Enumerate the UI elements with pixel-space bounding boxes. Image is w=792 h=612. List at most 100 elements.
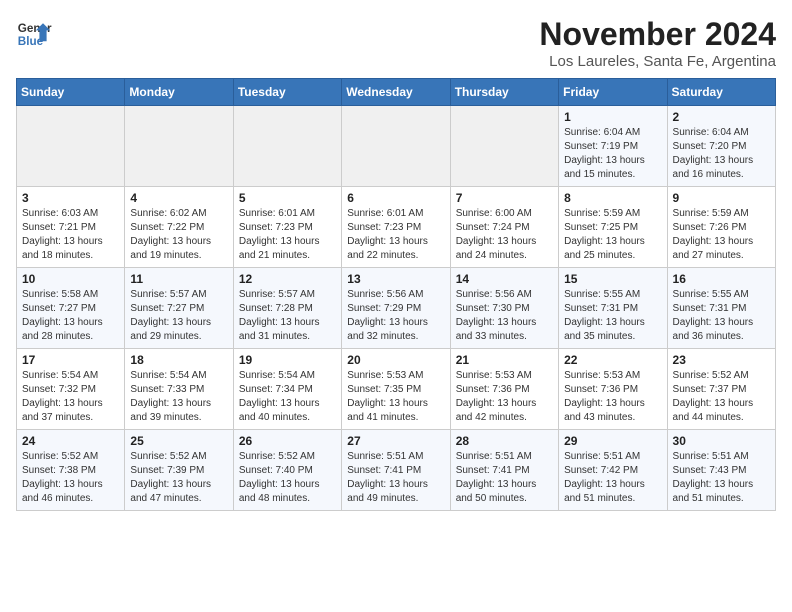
calendar-table: SundayMondayTuesdayWednesdayThursdayFrid… (16, 78, 776, 511)
calendar-week-row: 24 Sunrise: 5:52 AM Sunset: 7:38 PM Dayli… (17, 430, 776, 511)
calendar-cell: 20 Sunrise: 5:53 AM Sunset: 7:35 PM Dayli… (342, 349, 450, 430)
calendar-week-row: 1Sunrise: 6:04 AM Sunset: 7:19 PM Daylig… (17, 106, 776, 187)
calendar-cell: 14 Sunrise: 5:56 AM Sunset: 7:30 PM Dayli… (450, 268, 558, 349)
day-number: 4 (130, 191, 227, 205)
day-info: Sunrise: 6:00 AM Sunset: 7:24 PM Dayligh… (456, 207, 553, 263)
day-number: 30 (673, 434, 770, 448)
calendar-cell: 24 Sunrise: 5:52 AM Sunset: 7:38 PM Dayli… (17, 430, 125, 511)
day-number: 8 (564, 191, 661, 205)
day-number: 25 (130, 434, 227, 448)
day-number: 10 (22, 272, 119, 286)
day-number: 21 (456, 353, 553, 367)
calendar-cell: 11 Sunrise: 5:57 AM Sunset: 7:27 PM Dayli… (125, 268, 233, 349)
weekday-header-tuesday: Tuesday (233, 79, 341, 106)
calendar-cell (125, 106, 233, 187)
day-number: 24 (22, 434, 119, 448)
day-info: Sunrise: 5:55 AM Sunset: 7:31 PM Dayligh… (564, 288, 661, 344)
calendar-cell: 23 Sunrise: 5:52 AM Sunset: 7:37 PM Dayli… (667, 349, 775, 430)
day-number: 18 (130, 353, 227, 367)
day-info: Sunrise: 5:56 AM Sunset: 7:30 PM Dayligh… (456, 288, 553, 344)
day-number: 16 (673, 272, 770, 286)
calendar-cell: 22Sunrise: 5:53 AM Sunset: 7:36 PM Dayli… (559, 349, 667, 430)
day-number: 13 (347, 272, 444, 286)
day-info: Sunrise: 6:04 AM Sunset: 7:20 PM Dayligh… (673, 126, 770, 182)
weekday-header-wednesday: Wednesday (342, 79, 450, 106)
day-info: Sunrise: 5:53 AM Sunset: 7:36 PM Dayligh… (564, 369, 661, 425)
day-number: 26 (239, 434, 336, 448)
day-number: 28 (456, 434, 553, 448)
day-number: 20 (347, 353, 444, 367)
day-info: Sunrise: 5:57 AM Sunset: 7:27 PM Dayligh… (130, 288, 227, 344)
day-info: Sunrise: 5:53 AM Sunset: 7:36 PM Dayligh… (456, 369, 553, 425)
calendar-cell: 10Sunrise: 5:58 AM Sunset: 7:27 PM Dayli… (17, 268, 125, 349)
calendar-cell: 4 Sunrise: 6:02 AM Sunset: 7:22 PM Daylig… (125, 187, 233, 268)
logo-icon: General Blue (16, 16, 52, 52)
day-number: 23 (673, 353, 770, 367)
day-number: 3 (22, 191, 119, 205)
day-info: Sunrise: 5:51 AM Sunset: 7:41 PM Dayligh… (456, 450, 553, 506)
title-section: November 2024 Los Laureles, Santa Fe, Ar… (539, 16, 776, 70)
calendar-cell: 25 Sunrise: 5:52 AM Sunset: 7:39 PM Dayli… (125, 430, 233, 511)
weekday-header-row: SundayMondayTuesdayWednesdayThursdayFrid… (17, 79, 776, 106)
calendar-week-row: 17Sunrise: 5:54 AM Sunset: 7:32 PM Dayli… (17, 349, 776, 430)
calendar-cell (233, 106, 341, 187)
day-info: Sunrise: 5:59 AM Sunset: 7:25 PM Dayligh… (564, 207, 661, 263)
calendar-cell: 17Sunrise: 5:54 AM Sunset: 7:32 PM Dayli… (17, 349, 125, 430)
day-info: Sunrise: 5:52 AM Sunset: 7:40 PM Dayligh… (239, 450, 336, 506)
day-info: Sunrise: 6:01 AM Sunset: 7:23 PM Dayligh… (347, 207, 444, 263)
day-number: 7 (456, 191, 553, 205)
calendar-cell (450, 106, 558, 187)
day-info: Sunrise: 5:51 AM Sunset: 7:42 PM Dayligh… (564, 450, 661, 506)
day-info: Sunrise: 6:01 AM Sunset: 7:23 PM Dayligh… (239, 207, 336, 263)
calendar-cell: 15Sunrise: 5:55 AM Sunset: 7:31 PM Dayli… (559, 268, 667, 349)
weekday-header-monday: Monday (125, 79, 233, 106)
calendar-cell: 16 Sunrise: 5:55 AM Sunset: 7:31 PM Dayli… (667, 268, 775, 349)
day-info: Sunrise: 5:54 AM Sunset: 7:34 PM Dayligh… (239, 369, 336, 425)
day-info: Sunrise: 6:04 AM Sunset: 7:19 PM Dayligh… (564, 126, 661, 182)
day-info: Sunrise: 5:52 AM Sunset: 7:39 PM Dayligh… (130, 450, 227, 506)
day-number: 2 (673, 110, 770, 124)
calendar-cell: 1Sunrise: 6:04 AM Sunset: 7:19 PM Daylig… (559, 106, 667, 187)
calendar-cell: 27 Sunrise: 5:51 AM Sunset: 7:41 PM Dayli… (342, 430, 450, 511)
day-info: Sunrise: 5:52 AM Sunset: 7:37 PM Dayligh… (673, 369, 770, 425)
calendar-cell: 9 Sunrise: 5:59 AM Sunset: 7:26 PM Daylig… (667, 187, 775, 268)
calendar-cell (17, 106, 125, 187)
calendar-week-row: 3 Sunrise: 6:03 AM Sunset: 7:21 PM Daylig… (17, 187, 776, 268)
day-info: Sunrise: 5:51 AM Sunset: 7:41 PM Dayligh… (347, 450, 444, 506)
calendar-cell: 5Sunrise: 6:01 AM Sunset: 7:23 PM Daylig… (233, 187, 341, 268)
day-info: Sunrise: 5:56 AM Sunset: 7:29 PM Dayligh… (347, 288, 444, 344)
calendar-cell: 6Sunrise: 6:01 AM Sunset: 7:23 PM Daylig… (342, 187, 450, 268)
day-info: Sunrise: 5:57 AM Sunset: 7:28 PM Dayligh… (239, 288, 336, 344)
day-info: Sunrise: 5:55 AM Sunset: 7:31 PM Dayligh… (673, 288, 770, 344)
calendar-cell: 3 Sunrise: 6:03 AM Sunset: 7:21 PM Daylig… (17, 187, 125, 268)
day-info: Sunrise: 5:59 AM Sunset: 7:26 PM Dayligh… (673, 207, 770, 263)
day-number: 11 (130, 272, 227, 286)
day-info: Sunrise: 5:54 AM Sunset: 7:33 PM Dayligh… (130, 369, 227, 425)
day-number: 17 (22, 353, 119, 367)
day-info: Sunrise: 6:02 AM Sunset: 7:22 PM Dayligh… (130, 207, 227, 263)
day-number: 19 (239, 353, 336, 367)
calendar-cell: 21 Sunrise: 5:53 AM Sunset: 7:36 PM Dayli… (450, 349, 558, 430)
calendar-cell: 18 Sunrise: 5:54 AM Sunset: 7:33 PM Dayli… (125, 349, 233, 430)
day-number: 9 (673, 191, 770, 205)
calendar-cell: 12 Sunrise: 5:57 AM Sunset: 7:28 PM Dayli… (233, 268, 341, 349)
weekday-header-thursday: Thursday (450, 79, 558, 106)
day-info: Sunrise: 5:52 AM Sunset: 7:38 PM Dayligh… (22, 450, 119, 506)
calendar-cell: 26 Sunrise: 5:52 AM Sunset: 7:40 PM Dayli… (233, 430, 341, 511)
calendar-cell: 29 Sunrise: 5:51 AM Sunset: 7:42 PM Dayli… (559, 430, 667, 511)
day-info: Sunrise: 5:51 AM Sunset: 7:43 PM Dayligh… (673, 450, 770, 506)
day-info: Sunrise: 5:53 AM Sunset: 7:35 PM Dayligh… (347, 369, 444, 425)
day-number: 14 (456, 272, 553, 286)
calendar-cell: 30 Sunrise: 5:51 AM Sunset: 7:43 PM Dayli… (667, 430, 775, 511)
calendar-cell: 7 Sunrise: 6:00 AM Sunset: 7:24 PM Daylig… (450, 187, 558, 268)
day-info: Sunrise: 6:03 AM Sunset: 7:21 PM Dayligh… (22, 207, 119, 263)
calendar-cell: 8 Sunrise: 5:59 AM Sunset: 7:25 PM Daylig… (559, 187, 667, 268)
weekday-header-friday: Friday (559, 79, 667, 106)
calendar-cell: 13 Sunrise: 5:56 AM Sunset: 7:29 PM Dayli… (342, 268, 450, 349)
weekday-header-sunday: Sunday (17, 79, 125, 106)
location-title: Los Laureles, Santa Fe, Argentina (539, 53, 776, 70)
day-number: 12 (239, 272, 336, 286)
day-number: 29 (564, 434, 661, 448)
calendar-cell: 2 Sunrise: 6:04 AM Sunset: 7:20 PM Daylig… (667, 106, 775, 187)
day-number: 27 (347, 434, 444, 448)
